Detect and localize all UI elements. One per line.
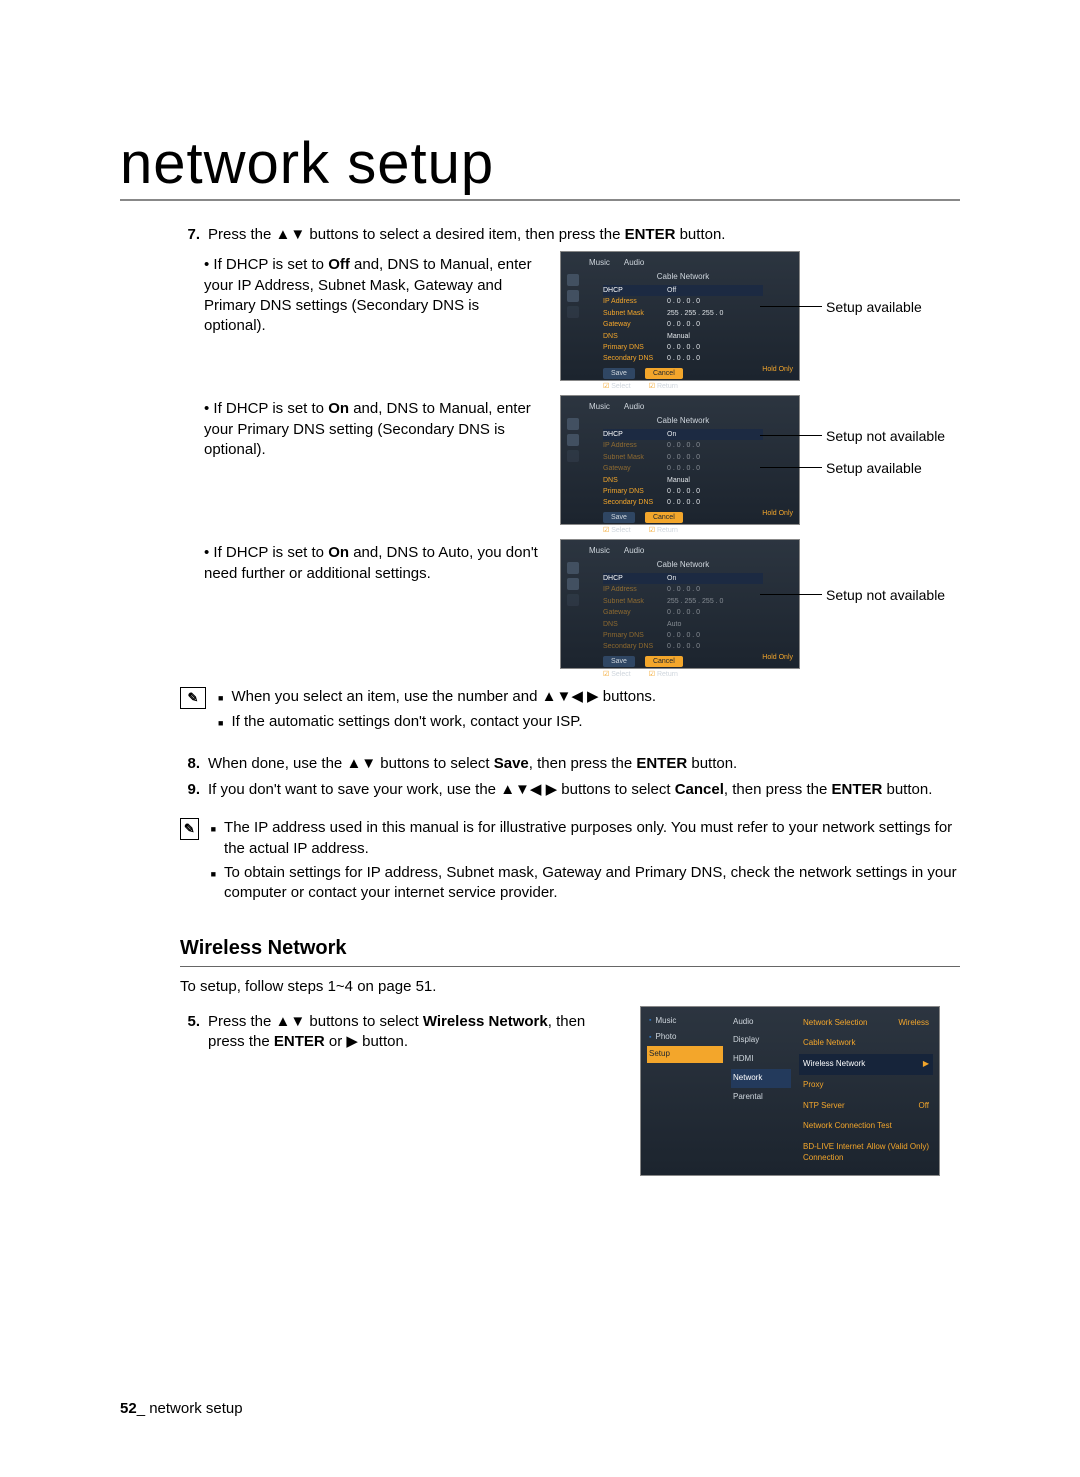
step5-row: 5. Press the ▲▼ buttons to select Wirele… [180, 1006, 960, 1176]
wireless-intro: To setup, follow steps 1~4 on page 51. [180, 977, 960, 997]
updown-arrows-icon: ▲▼ [346, 755, 376, 772]
screenshot-cable-on-manual: MusicAudio Cable Network DHCPOn IP Addre… [560, 395, 800, 525]
step-5: 5. Press the ▲▼ buttons to select Wirele… [180, 1012, 620, 1053]
dim-icon [567, 594, 579, 606]
step-9: 9. If you don't want to save your work, … [180, 780, 960, 800]
right-arrow-icon: ▶ [346, 1033, 358, 1050]
gear-icon [567, 434, 579, 446]
callout-line [760, 435, 822, 436]
callout-line [760, 467, 822, 468]
dim-icon [567, 306, 579, 318]
step-number: 7. [180, 225, 200, 245]
case-on-manual: If DHCP is set to On and, DNS to Manual,… [180, 395, 960, 525]
case-on-auto: If DHCP is set to On and, DNS to Auto, y… [180, 539, 960, 669]
step-8: 8. When done, use the ▲▼ buttons to sele… [180, 754, 960, 774]
all-arrows-icon: ▲▼◀ ▶ [500, 781, 557, 798]
callout-label: Setup not available [826, 427, 945, 446]
bullet-on-manual: If DHCP is set to On and, DNS to Manual,… [180, 399, 540, 460]
callout-line [760, 594, 822, 595]
bullet-on-auto: If DHCP is set to On and, DNS to Auto, y… [180, 543, 540, 584]
note-icon: ✎ [180, 687, 206, 709]
nav-icon [567, 562, 579, 574]
gear-icon [567, 290, 579, 302]
nav-icon [567, 274, 579, 286]
screenshot-cable-on-auto: MusicAudio Cable Network DHCPOn IP Addre… [560, 539, 800, 669]
note-icon: ✎ [180, 818, 199, 840]
case-off-manual: If DHCP is set to Off and, DNS to Manual… [180, 251, 960, 381]
updown-arrows-icon: ▲▼ [276, 226, 306, 243]
page-title: network setup [120, 130, 960, 201]
nav-icon [567, 418, 579, 430]
updown-arrows-icon: ▲▼ [276, 1013, 306, 1030]
page-footer: 52_ network setup [120, 1400, 243, 1417]
gear-icon [567, 578, 579, 590]
step-7: 7. Press the ▲▼ buttons to select a desi… [180, 225, 960, 245]
dim-icon [567, 450, 579, 462]
step-text: Press the ▲▼ buttons to select a desired… [208, 225, 725, 245]
note-block-1: ✎ ■When you select an item, use the numb… [180, 687, 960, 736]
manual-page: network setup 7. Press the ▲▼ buttons to… [0, 0, 1080, 1477]
content-area: 7. Press the ▲▼ buttons to select a desi… [120, 225, 960, 1176]
section-wireless: Wireless Network [180, 935, 960, 967]
bullet-off-manual: If DHCP is set to Off and, DNS to Manual… [180, 255, 540, 336]
callout-label: Setup available [826, 298, 922, 317]
note-block-2: ✎ ■The IP address used in this manual is… [180, 818, 960, 907]
screenshot-wireless-menu: Music Photo Setup Audio Display HDMI Net… [640, 1006, 940, 1176]
callout-line [760, 306, 822, 307]
all-arrows-icon: ▲▼◀ ▶ [542, 688, 599, 705]
callout-label: Setup available [826, 459, 922, 478]
screenshot-cable-off-manual: MusicAudio Cable Network DHCPOff IP Addr… [560, 251, 800, 381]
callout-label: Setup not available [826, 586, 945, 605]
